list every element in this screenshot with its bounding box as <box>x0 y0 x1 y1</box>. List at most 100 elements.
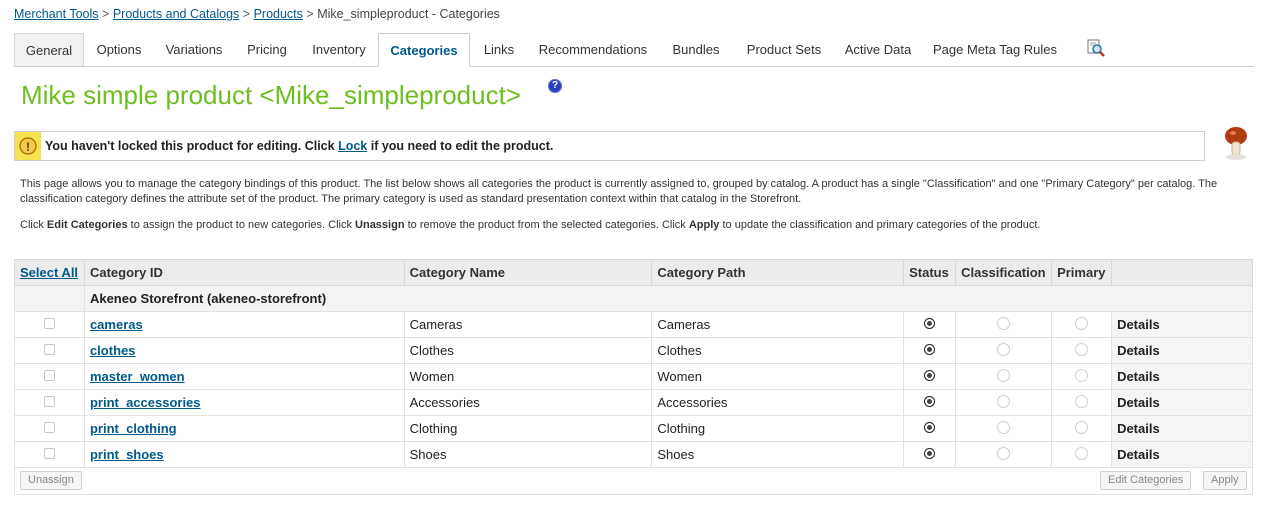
row-select-checkbox[interactable] <box>43 344 55 355</box>
column-header-primary: Primary <box>1051 259 1113 286</box>
primary-radio[interactable] <box>1075 420 1089 434</box>
details-link[interactable]: Details <box>1117 317 1160 332</box>
classification-radio[interactable] <box>997 316 1011 330</box>
primary-cell <box>1051 337 1113 364</box>
primary-radio[interactable] <box>1075 394 1089 408</box>
category-id-cell: cameras <box>83 311 405 338</box>
help-icon[interactable]: ? <box>548 79 562 93</box>
tab-options[interactable]: Options <box>84 33 154 66</box>
status-online-icon <box>924 422 936 433</box>
details-link[interactable]: Details <box>1117 395 1160 410</box>
catalog-group-row: Akeneo Storefront (akeneo-storefront) <box>14 285 1254 312</box>
classification-radio[interactable] <box>997 368 1011 382</box>
row-select-checkbox[interactable] <box>43 422 55 433</box>
table-row: print_accessories Accessories Accessories D… <box>14 389 1253 416</box>
row-select-checkbox[interactable] <box>43 396 55 407</box>
category-id-link[interactable]: cameras <box>90 317 143 332</box>
unassign-button[interactable]: Unassign <box>20 471 82 490</box>
lock-link[interactable]: Lock <box>338 139 367 153</box>
table-row: clothes Clothes Clothes Details <box>14 337 1253 364</box>
category-bindings-table: Select All Category ID Category Name Cat… <box>14 259 1254 468</box>
tab-general[interactable]: General <box>14 33 84 66</box>
table-footer: Unassign Edit Categories Apply <box>14 467 1253 495</box>
category-id-link[interactable]: print_shoes <box>90 447 164 462</box>
row-select-checkbox[interactable] <box>43 370 55 381</box>
page-description: This page allows you to manage the categ… <box>20 178 1218 205</box>
status-cell <box>903 337 957 364</box>
edit-categories-button[interactable]: Edit Categories <box>1100 471 1192 490</box>
tab-product-sets[interactable]: Product Sets <box>734 33 834 66</box>
classification-cell <box>955 337 1053 364</box>
lock-warning-after: if you need to edit the product. <box>367 139 554 153</box>
row-select-checkbox[interactable] <box>43 318 55 329</box>
category-id-link[interactable]: clothes <box>90 343 136 358</box>
classification-radio[interactable] <box>997 342 1011 356</box>
breadcrumb-separator: > <box>242 7 251 21</box>
status-online-icon <box>924 318 936 329</box>
category-id-link[interactable]: print_accessories <box>90 395 201 410</box>
column-header-category-id: Category ID <box>83 259 405 286</box>
breadcrumb-products[interactable]: Products <box>254 7 303 21</box>
warning-icon-cell: ! <box>15 132 41 160</box>
classification-radio[interactable] <box>997 446 1011 460</box>
classification-radio[interactable] <box>997 420 1011 434</box>
details-cell: Details <box>1111 337 1253 364</box>
lock-warning-before: You haven't locked this product for edit… <box>45 139 339 153</box>
classification-cell <box>955 415 1053 442</box>
instructions-unassign: Unassign <box>355 219 405 231</box>
classification-radio[interactable] <box>997 394 1011 408</box>
tab-recommendations[interactable]: Recommendations <box>528 33 658 66</box>
classification-cell <box>955 363 1053 390</box>
category-path-cell: Women <box>651 363 905 390</box>
category-id-cell: print_clothing <box>83 415 405 442</box>
tab-bar: General Options Variations Pricing Inven… <box>14 33 1254 67</box>
tab-links[interactable]: Links <box>470 33 528 66</box>
breadcrumb-merchant-tools[interactable]: Merchant Tools <box>14 7 99 21</box>
details-link[interactable]: Details <box>1117 343 1160 358</box>
classification-cell <box>955 441 1053 468</box>
primary-cell <box>1051 389 1113 416</box>
classification-cell <box>955 389 1053 416</box>
breadcrumb-products-and-catalogs[interactable]: Products and Catalogs <box>113 7 239 21</box>
tab-active-data[interactable]: Active Data <box>834 33 922 66</box>
details-link[interactable]: Details <box>1117 447 1160 462</box>
lock-warning-text: You haven't locked this product for edit… <box>45 139 553 153</box>
preview-magnifier-icon <box>1087 39 1105 57</box>
mushroom-mascot-icon <box>1225 127 1247 160</box>
primary-radio[interactable] <box>1075 368 1089 382</box>
category-id-cell: print_accessories <box>83 389 405 416</box>
tab-variations[interactable]: Variations <box>154 33 234 66</box>
table-row: print_clothing Clothing Clothing Details <box>14 415 1253 442</box>
tab-bundles[interactable]: Bundles <box>658 33 734 66</box>
category-id-link[interactable]: print_clothing <box>90 421 177 436</box>
details-link[interactable]: Details <box>1117 421 1160 436</box>
primary-radio[interactable] <box>1075 342 1089 356</box>
status-cell <box>903 363 957 390</box>
details-cell: Details <box>1111 311 1253 338</box>
details-link[interactable]: Details <box>1117 369 1160 384</box>
tab-inventory[interactable]: Inventory <box>300 33 378 66</box>
tab-pricing[interactable]: Pricing <box>234 33 300 66</box>
column-header-category-name: Category Name <box>403 259 653 286</box>
page-instructions: Click Edit Categories to assign the prod… <box>20 219 1245 231</box>
svg-text:!: ! <box>26 140 30 154</box>
apply-button[interactable]: Apply <box>1203 471 1247 490</box>
select-all-link[interactable]: Select All <box>20 265 78 280</box>
table-header-row: Select All Category ID Category Name Cat… <box>14 259 1253 286</box>
category-name-cell: Shoes <box>403 441 653 468</box>
instructions-text: Click <box>20 219 47 231</box>
table-row: cameras Cameras Cameras Details <box>14 311 1253 338</box>
primary-radio[interactable] <box>1075 446 1089 460</box>
category-id-link[interactable]: master_women <box>90 369 185 384</box>
tab-page-meta-tag-rules[interactable]: Page Meta Tag Rules <box>922 33 1068 66</box>
tab-categories[interactable]: Categories <box>378 33 470 67</box>
status-online-icon <box>924 448 936 459</box>
table-row: print_shoes Shoes Shoes Details <box>14 441 1253 468</box>
tab-preview[interactable] <box>1078 33 1114 66</box>
category-id-cell: clothes <box>83 337 405 364</box>
row-select-checkbox[interactable] <box>43 448 55 459</box>
primary-radio[interactable] <box>1075 316 1089 330</box>
breadcrumb-current: Mike_simpleproduct - Categories <box>317 7 500 21</box>
category-name-cell: Clothing <box>403 415 653 442</box>
primary-cell <box>1051 311 1113 338</box>
